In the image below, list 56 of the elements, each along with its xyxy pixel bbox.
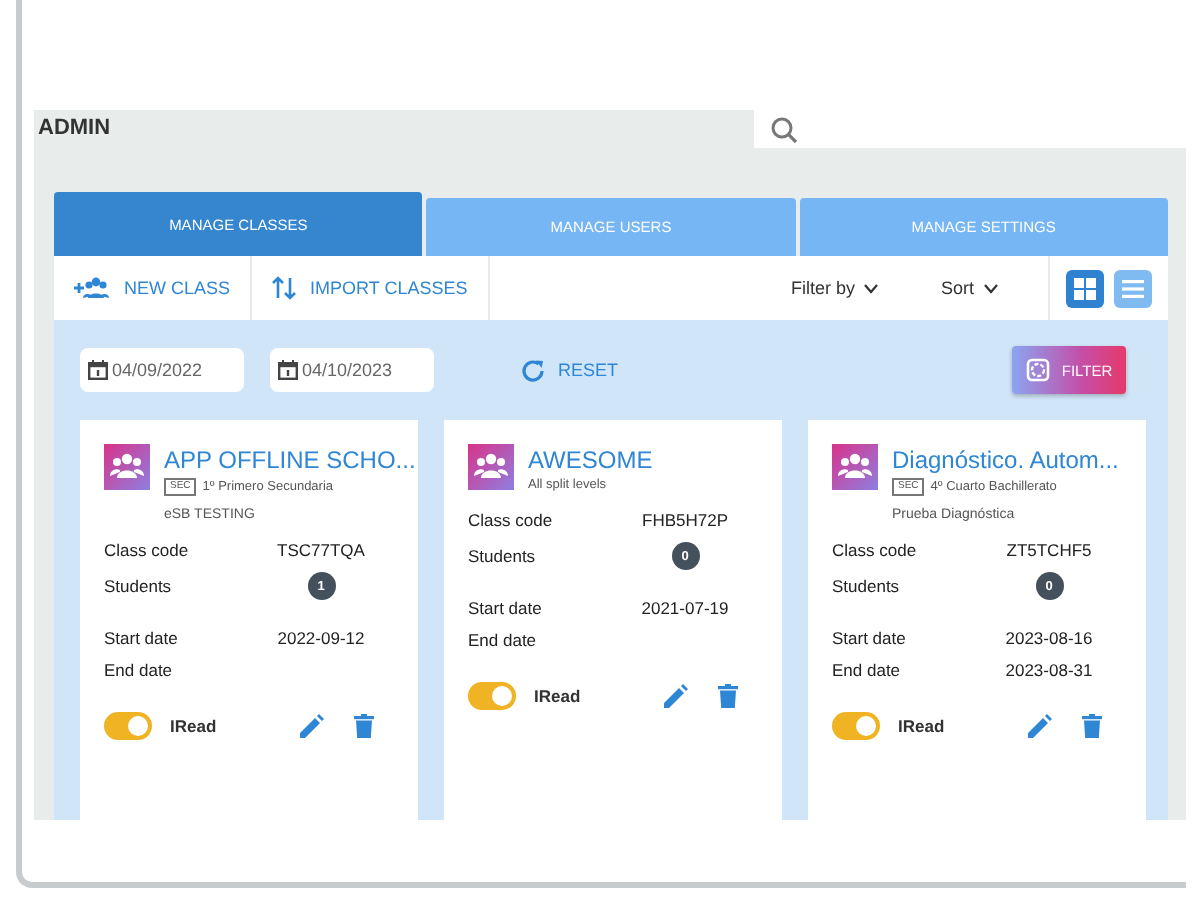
class-title[interactable]: AWESOME: [528, 446, 653, 476]
field-label: Start date: [104, 628, 180, 648]
field-label: End date: [832, 660, 903, 680]
field-label: Students: [832, 576, 902, 596]
edit-icon[interactable]: [664, 684, 688, 708]
field-label: Class code: [104, 540, 191, 560]
reset-button[interactable]: RESET: [508, 355, 631, 385]
class-code: TSC77TQA: [275, 540, 367, 560]
end-date: 2023-08-31: [1003, 660, 1095, 680]
sort-dropdown[interactable]: Sort: [928, 276, 1010, 300]
toggle-switch[interactable]: [832, 712, 880, 740]
date-field[interactable]: 04/09/2022: [80, 348, 244, 392]
up-down-arrows-icon: [272, 276, 297, 300]
group-icon: [104, 444, 150, 490]
menu-icon: [1122, 277, 1144, 299]
calendar-icon: [278, 360, 298, 380]
field-label: End date: [104, 660, 175, 680]
start-date: 2021-07-19: [639, 598, 731, 618]
toggle-label: IRead: [898, 716, 945, 736]
chevron-down-icon: [864, 283, 879, 293]
search-icon: [770, 115, 798, 143]
field-label: Students: [468, 546, 538, 566]
toggle-label: IRead: [170, 716, 217, 736]
refresh-icon: [520, 357, 546, 383]
edit-icon[interactable]: [1028, 714, 1052, 738]
field-label: Class code: [468, 510, 555, 530]
date-field[interactable]: 04/10/2023: [270, 348, 434, 392]
field-label: End date: [468, 630, 539, 650]
grid-icon: [1074, 277, 1096, 299]
filter-dropdown[interactable]: Filter by: [778, 276, 891, 300]
toggle-switch[interactable]: [468, 682, 516, 710]
class-title[interactable]: APP OFFLINE SCHO...: [164, 446, 416, 476]
trash-icon[interactable]: [354, 714, 374, 738]
toggle-switch[interactable]: [104, 712, 152, 740]
calendar-icon: [88, 360, 108, 380]
list-view-button[interactable]: [1114, 269, 1152, 307]
start-date: 2023-08-16: [1003, 628, 1095, 648]
field-label: Students: [104, 576, 174, 596]
filter-icon: [1025, 358, 1050, 382]
page-title: ADMIN: [36, 114, 111, 144]
field-label: Class code: [832, 540, 919, 560]
trash-icon[interactable]: [718, 684, 738, 708]
group-add-icon: [74, 276, 110, 300]
toggle-label: IRead: [534, 686, 581, 706]
field-label: Start date: [468, 598, 544, 618]
group-icon: [832, 444, 878, 490]
class-code: FHB5H72P: [640, 510, 730, 530]
class-code: ZT5TCHF5: [1004, 540, 1094, 560]
class-title[interactable]: Diagnóstico. Autom...: [892, 446, 1119, 476]
trash-icon[interactable]: [1082, 714, 1102, 738]
start-date: 2022-09-12: [275, 628, 367, 648]
chevron-down-icon: [984, 283, 998, 293]
group-icon: [468, 444, 514, 490]
edit-icon[interactable]: [300, 714, 324, 738]
field-label: Start date: [832, 628, 908, 648]
grid-view-button[interactable]: [1066, 269, 1104, 307]
